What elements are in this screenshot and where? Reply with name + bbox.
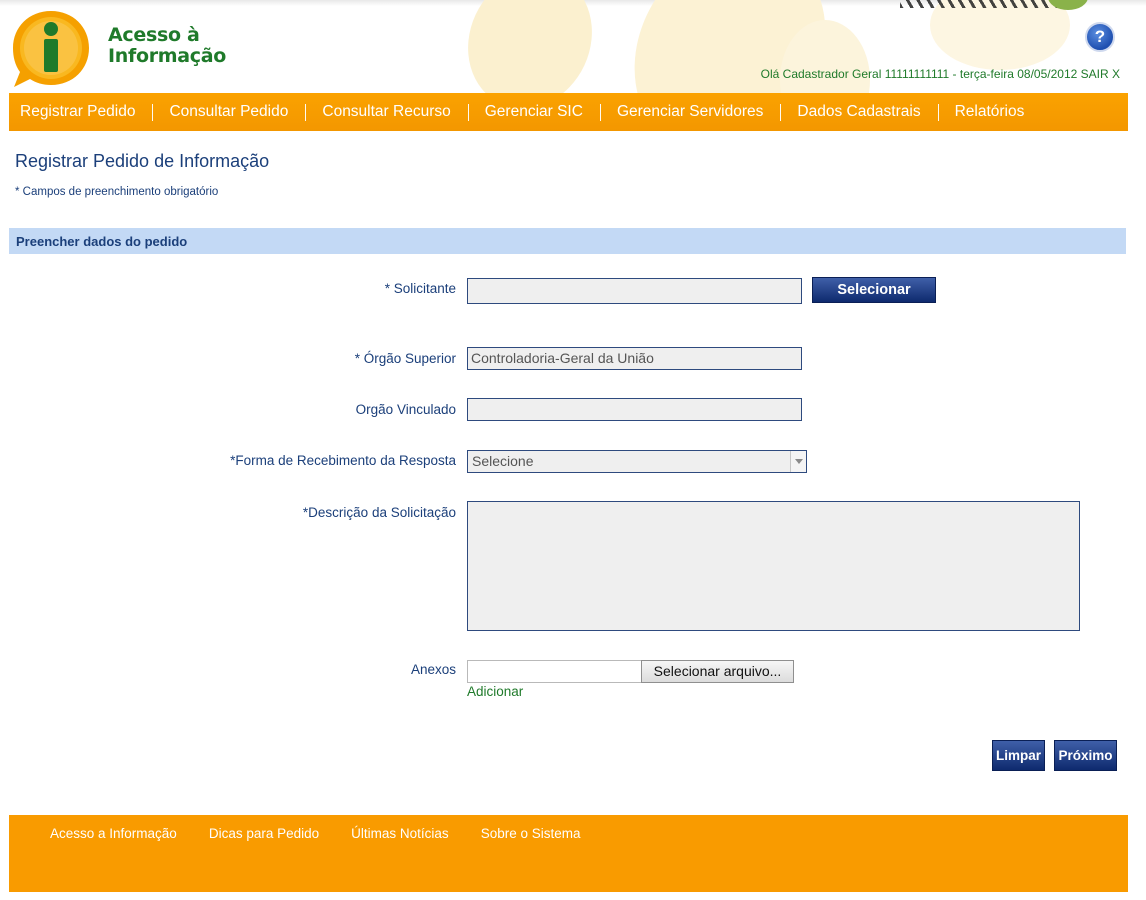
- orgao-superior-field[interactable]: Controladoria-Geral da União: [467, 347, 802, 370]
- file-name-field[interactable]: [467, 660, 642, 683]
- logout-link[interactable]: SAIR X: [1081, 67, 1120, 81]
- section-title: Preencher dados do pedido: [16, 234, 188, 249]
- page: Acesso à Informação ? Olá Cadastrador Ge…: [0, 0, 1146, 900]
- solicitante-label: * Solicitante: [384, 281, 456, 296]
- nav-item-registrar-pedido[interactable]: Registrar Pedido: [9, 103, 152, 121]
- anexos-label: Anexos: [410, 662, 456, 677]
- nav-separator: [305, 103, 307, 121]
- footer-link-sobre-sistema[interactable]: Sobre o Sistema: [481, 826, 581, 841]
- header-decoration: [930, 0, 1070, 70]
- nav-separator: [599, 103, 601, 121]
- main-nav: Registrar Pedido Consultar Pedido Consul…: [9, 93, 1128, 131]
- forma-recebimento-label: *Forma de Recebimento da Resposta: [230, 453, 456, 468]
- required-fields-note: * Campos de preenchimento obrigatório: [15, 186, 219, 198]
- header-decoration: [446, 0, 614, 93]
- descricao-label: *Descrição da Solicitação: [302, 505, 456, 520]
- nav-item-gerenciar-sic[interactable]: Gerenciar SIC: [474, 103, 600, 121]
- logo-text: Acesso à Informação: [108, 25, 226, 67]
- logo-line-1: Acesso à: [108, 24, 200, 46]
- user-info: Olá Cadastrador Geral 11111111111 - terç…: [761, 67, 1120, 81]
- nav-item-consultar-pedido[interactable]: Consultar Pedido: [158, 103, 305, 121]
- adicionar-link[interactable]: Adicionar: [467, 684, 523, 699]
- help-icon[interactable]: ?: [1085, 22, 1115, 52]
- limpar-button[interactable]: Limpar: [992, 740, 1045, 771]
- forma-recebimento-selected: Selecione: [472, 453, 534, 469]
- descricao-textarea[interactable]: [467, 501, 1080, 631]
- greeting-text: Olá Cadastrador Geral 11111111111 - terç…: [760, 67, 1078, 81]
- orgao-vinculado-field[interactable]: [467, 398, 802, 421]
- footer-link-dicas-pedido[interactable]: Dicas para Pedido: [209, 826, 319, 841]
- chevron-down-icon[interactable]: [790, 451, 806, 472]
- nav-item-consultar-recurso[interactable]: Consultar Recurso: [311, 103, 467, 121]
- nav-item-gerenciar-servidores[interactable]: Gerenciar Servidores: [606, 103, 780, 121]
- select-file-button[interactable]: Selecionar arquivo...: [641, 660, 794, 683]
- header-decoration: [900, 0, 1060, 8]
- forma-recebimento-select[interactable]: Selecione: [467, 450, 807, 473]
- orgao-vinculado-label: Orgão Vinculado: [355, 402, 456, 417]
- nav-separator: [152, 103, 154, 121]
- info-logo-icon: [13, 11, 89, 87]
- footer-links: Acesso a Informação Dicas para Pedido Úl…: [50, 826, 613, 841]
- footer-link-ultimas-noticias[interactable]: Últimas Notícias: [351, 826, 449, 841]
- footer: Acesso a Informação Dicas para Pedido Úl…: [9, 815, 1128, 892]
- selecionar-button[interactable]: Selecionar: [812, 277, 936, 303]
- section-header: Preencher dados do pedido: [9, 228, 1126, 254]
- nav-separator: [467, 103, 469, 121]
- solicitante-field[interactable]: [467, 278, 802, 304]
- orgao-superior-label: * Órgão Superior: [354, 351, 456, 366]
- nav-separator: [780, 103, 782, 121]
- proximo-button[interactable]: Próximo: [1054, 740, 1117, 771]
- footer-link-acesso-informacao[interactable]: Acesso a Informação: [50, 826, 177, 841]
- logo-line-2: Informação: [108, 45, 227, 67]
- nav-item-relatorios[interactable]: Relatórios: [944, 103, 1042, 121]
- nav-item-dados-cadastrais[interactable]: Dados Cadastrais: [786, 103, 937, 121]
- header: Acesso à Informação ? Olá Cadastrador Ge…: [0, 0, 1146, 93]
- nav-separator: [937, 103, 939, 121]
- page-title: Registrar Pedido de Informação: [15, 151, 270, 171]
